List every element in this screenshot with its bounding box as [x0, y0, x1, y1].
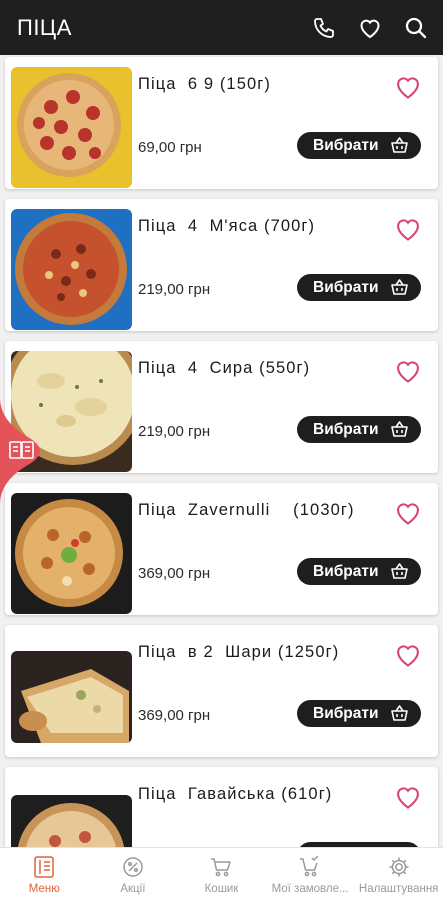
basket-icon — [390, 278, 409, 296]
choose-button[interactable]: Вибрати — [297, 558, 421, 585]
basket-icon — [390, 704, 409, 722]
cart-icon — [209, 855, 233, 879]
basket-icon — [390, 420, 409, 438]
nav-label: Меню — [28, 883, 60, 895]
page-title: ПІЦА — [17, 14, 72, 40]
nav-label: Кошик — [204, 883, 239, 895]
product-image[interactable] — [11, 209, 132, 330]
product-name: Піца Гавайська (610г) — [138, 785, 333, 803]
product-price: 219,00 грн — [138, 423, 211, 440]
nav-orders[interactable]: Мої замовле... — [266, 848, 355, 900]
product-card[interactable]: Піца 4 Сира (550г) 219,00 грн Вибрати — [5, 341, 438, 473]
basket-icon — [390, 562, 409, 580]
settings-icon — [387, 855, 411, 879]
nav-label: Мої замовле... — [271, 883, 349, 895]
choose-button[interactable]: Вибрати — [297, 700, 421, 727]
product-name: Піца в 2 Шари (1250г) — [138, 643, 340, 661]
choose-button[interactable]: Вибрати — [297, 274, 421, 301]
favorite-heart-icon[interactable] — [394, 358, 422, 384]
nav-menu[interactable]: Меню — [0, 848, 89, 900]
product-list[interactable]: Піца 6 9 (150г) 69,00 грн Вибрати Піца 4… — [0, 55, 443, 847]
favorites-heart-icon[interactable] — [357, 15, 383, 41]
favorite-heart-icon[interactable] — [394, 74, 422, 100]
choose-button-label: Вибрати — [313, 562, 379, 580]
product-name: Піца 4 М'яса (700г) — [138, 217, 316, 235]
product-image[interactable] — [11, 795, 132, 847]
product-card[interactable]: Піца 4 М'яса (700г) 219,00 грн Вибрати — [5, 199, 438, 331]
favorite-heart-icon[interactable] — [394, 500, 422, 526]
product-name: Піца 6 9 (150г) — [138, 75, 271, 93]
product-image[interactable] — [11, 493, 132, 614]
favorite-heart-icon[interactable] — [394, 642, 422, 668]
product-price: 219,00 грн — [138, 281, 211, 298]
product-card[interactable]: Піца в 2 Шари (1250г) 369,00 грн Вибрати — [5, 625, 438, 757]
nav-label: Акції — [120, 883, 146, 895]
basket-icon — [390, 136, 409, 154]
product-price: 369,00 грн — [138, 565, 211, 582]
menu-icon — [32, 855, 56, 879]
product-image[interactable] — [11, 67, 132, 188]
choose-button[interactable]: Вибрати — [297, 132, 421, 159]
favorite-heart-icon[interactable] — [394, 784, 422, 810]
product-card[interactable]: Піца 6 9 (150г) 69,00 грн Вибрати — [5, 57, 438, 189]
discount-icon — [121, 855, 145, 879]
product-price: 369,00 грн — [138, 707, 211, 724]
choose-button[interactable]: Вибрати — [297, 416, 421, 443]
nav-promotions[interactable]: Акції — [89, 848, 178, 900]
choose-button-label: Вибрати — [313, 278, 379, 296]
choose-button-label: Вибрати — [313, 420, 379, 438]
nav-cart[interactable]: Кошик — [177, 848, 266, 900]
search-icon[interactable] — [403, 15, 429, 41]
nav-settings[interactable]: Налаштування — [354, 848, 443, 900]
product-card[interactable]: Піца Zavernulli (1030г) 369,00 грн Вибра… — [5, 483, 438, 615]
top-bar: ПІЦА — [0, 0, 443, 55]
side-menu-tab[interactable] — [0, 398, 54, 504]
choose-button-label: Вибрати — [313, 136, 379, 154]
bottom-navigation: Меню Акції Кошик Мої замовле... Налаштув… — [0, 847, 443, 900]
product-card[interactable]: Піца Гавайська (610г) — [5, 767, 438, 847]
product-name: Піца 4 Сира (550г) — [138, 359, 311, 377]
nav-label: Налаштування — [358, 883, 439, 895]
favorite-heart-icon[interactable] — [394, 216, 422, 242]
product-name: Піца Zavernulli (1030г) — [138, 501, 355, 519]
orders-icon — [298, 855, 322, 879]
choose-button-label: Вибрати — [313, 704, 379, 722]
phone-icon[interactable] — [311, 15, 337, 41]
product-price: 69,00 грн — [138, 139, 202, 156]
product-image[interactable] — [11, 651, 132, 743]
